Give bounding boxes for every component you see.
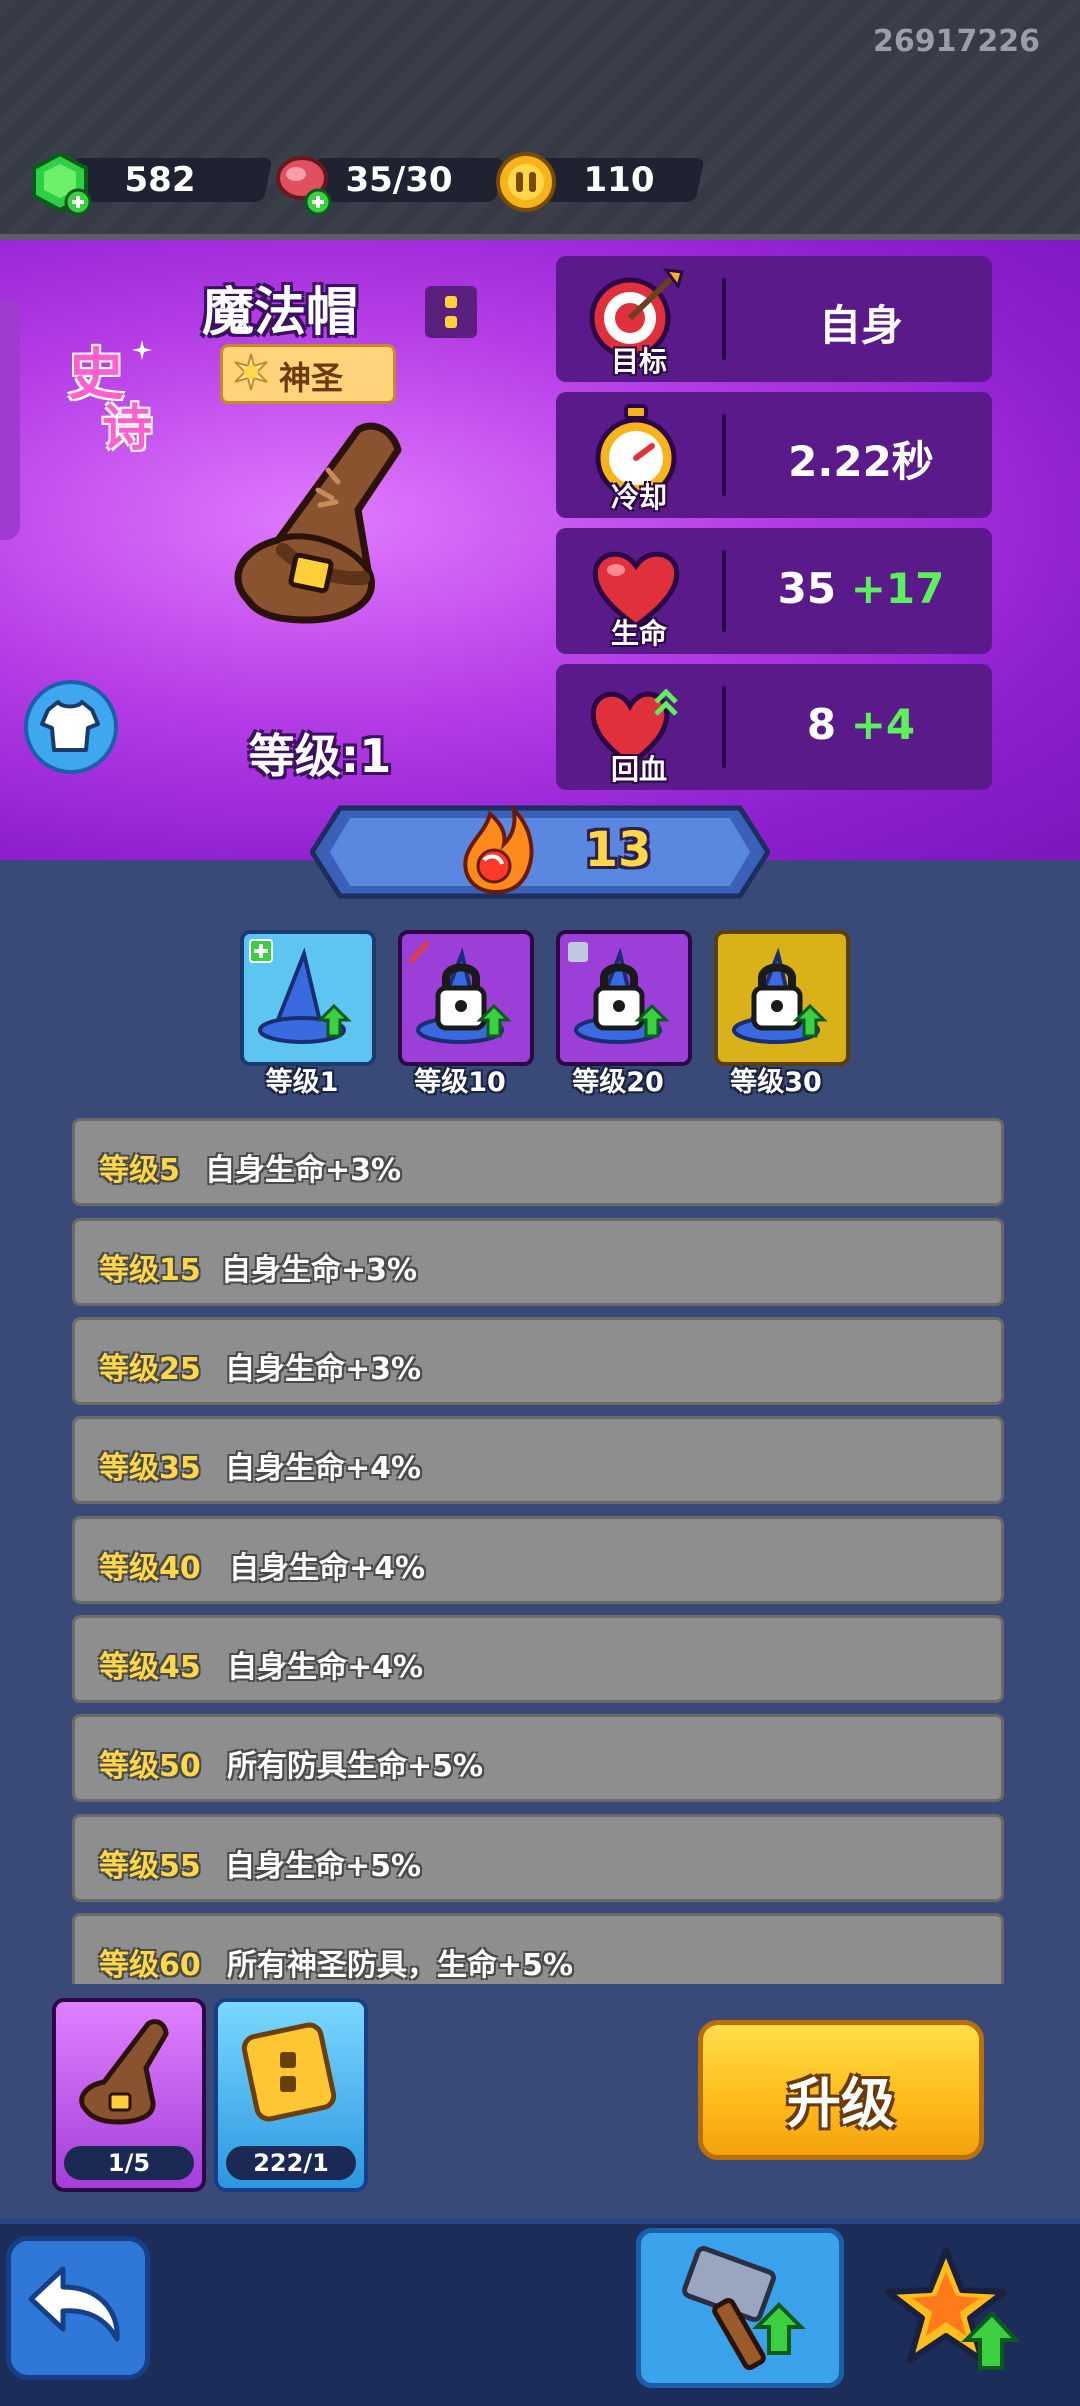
list-item: 等级15 自身生命+3% [72, 1218, 1004, 1306]
blue-wizard-hat-icon [249, 939, 352, 1044]
wizard-hat-image [234, 422, 402, 624]
stat-cooldown-value: 2.22秒 [788, 437, 934, 486]
star-upgrade-button[interactable] [880, 2236, 1030, 2386]
gold-coin-icon [496, 152, 556, 212]
bonus-level: 等级35 [99, 1451, 201, 1486]
bonus-text: 所有神圣防具，生命+5% [227, 1948, 574, 1983]
skill-level-30[interactable] [714, 930, 850, 1066]
rarity-text-2: 诗 [102, 399, 152, 457]
skill-level-1-label: 等级1 [265, 1067, 339, 1098]
locked-skill-icon [408, 940, 512, 1044]
fire-power-icon [463, 804, 534, 895]
locked-skill-icon [732, 947, 828, 1044]
material-upgrade-scroll[interactable]: 222/1 [214, 1998, 368, 2192]
item-menu-button[interactable] [425, 286, 477, 338]
stat-target-label: 目标 [610, 345, 667, 378]
skill-level-20[interactable] [556, 930, 692, 1066]
holy-tag: 神圣 [220, 344, 396, 404]
stat-health-label: 生命 [610, 617, 667, 650]
meat-counter[interactable]: 35/30 [270, 150, 505, 216]
stat-target: 目标 自身 [556, 256, 992, 382]
stat-regen-label: 回血 [610, 753, 667, 786]
bonus-level: 等级25 [99, 1352, 201, 1387]
forge-button[interactable] [636, 2228, 844, 2388]
stat-target-value: 自身 [818, 301, 903, 350]
bonus-level: 等级5 [99, 1153, 180, 1188]
gems-value: 582 [124, 160, 196, 200]
bonus-level: 等级50 [99, 1749, 201, 1784]
stat-cooldown: 冷却 2.22秒 [556, 392, 992, 518]
panel-side-tab[interactable] [0, 300, 20, 540]
material-wizard-hat-count: 1/5 [64, 2146, 194, 2180]
bonus-text: 自身生命+5% [225, 1849, 422, 1884]
bonus-level: 等级40 [99, 1551, 201, 1586]
stat-cooldown-label: 冷却 [610, 481, 667, 514]
stat-divider [722, 414, 726, 496]
list-item: 等级25 自身生命+3% [72, 1317, 1004, 1405]
green-gem-icon [32, 151, 92, 216]
stat-divider [722, 686, 726, 768]
stat-health-value: 35 +17 [777, 564, 945, 613]
bonus-level: 等级60 [99, 1948, 201, 1983]
bonus-level: 等级45 [99, 1650, 201, 1685]
power-banner [310, 805, 770, 899]
bonus-level: 等级15 [99, 1253, 201, 1288]
material-wizard-hat[interactable]: 1/5 [52, 1998, 206, 2192]
coins-counter[interactable]: 110 [494, 150, 714, 212]
material-upgrade-scroll-count: 222/1 [226, 2146, 356, 2180]
bonus-text: 自身生命+3% [205, 1153, 402, 1188]
skill-level-20-label: 等级20 [572, 1067, 664, 1098]
upgrade-button-label: 升级 [787, 2072, 895, 2135]
skill-level-1[interactable] [240, 930, 376, 1066]
item-name: 魔法帽 [201, 283, 358, 343]
list-item: 等级35 自身生命+4% [72, 1416, 1004, 1504]
stat-regen: 回血 8 +4 [556, 664, 992, 790]
holy-sun-icon [234, 353, 268, 391]
locked-skill-icon [568, 942, 670, 1044]
upgrade-scroll-icon [241, 2022, 337, 2122]
list-item: 等级40 自身生命+4% [72, 1516, 1004, 1604]
shirt-icon [40, 700, 100, 752]
rarity-badge: 史 诗 [62, 330, 162, 460]
power-value: 13 [584, 822, 652, 878]
bonus-text: 自身生命+4% [227, 1650, 424, 1685]
player-id: 26917226 [873, 24, 1040, 59]
bonus-text: 自身生命+3% [225, 1352, 422, 1387]
stat-divider [722, 550, 726, 632]
level-bonus-list[interactable]: 等级5 自身生命+3% 等级15 自身生命+3% 等级25 自身生命+3% 等级… [70, 1118, 1010, 1984]
list-item: 等级60 所有神圣防具，生命+5% [72, 1913, 1004, 1984]
stat-regen-value: 8 +4 [806, 700, 916, 749]
bonus-text: 自身生命+3% [221, 1253, 418, 1288]
back-button[interactable] [6, 2236, 150, 2380]
coins-value: 110 [583, 160, 655, 200]
list-item: 等级5 自身生命+3% [72, 1118, 1004, 1206]
sparkle-icon [132, 340, 152, 360]
wizard-hat-icon [79, 2019, 169, 2125]
list-item: 等级55 自身生命+5% [72, 1814, 1004, 1902]
menu-dot [445, 316, 457, 328]
skill-level-10[interactable] [398, 930, 534, 1066]
gems-counter[interactable]: 582 [28, 150, 273, 216]
list-item: 等级50 所有防具生命+5% [72, 1714, 1004, 1802]
stat-health: 生命 35 +17 [556, 528, 992, 654]
bonus-text: 所有防具生命+5% [227, 1749, 484, 1784]
star-upgrade-icon [885, 2247, 1021, 2370]
stat-divider [722, 278, 726, 360]
bonus-text: 自身生命+4% [229, 1551, 426, 1586]
skill-level-30-label: 等级30 [730, 1067, 822, 1098]
menu-dot [445, 296, 457, 308]
skin-button[interactable] [24, 680, 118, 774]
bonus-level: 等级55 [99, 1849, 201, 1884]
skill-level-10-label: 等级10 [414, 1067, 506, 1098]
meat-value: 35/30 [345, 160, 453, 200]
hammer-upgrade-icon [682, 2246, 806, 2370]
bonus-text: 自身生命+4% [225, 1451, 422, 1486]
back-arrow-icon [28, 2266, 120, 2342]
holy-tag-label: 神圣 [279, 359, 344, 397]
upgrade-button[interactable]: 升级 [698, 2020, 984, 2160]
item-level: 等级:1 [248, 729, 392, 783]
list-item: 等级45 自身生命+4% [72, 1615, 1004, 1703]
